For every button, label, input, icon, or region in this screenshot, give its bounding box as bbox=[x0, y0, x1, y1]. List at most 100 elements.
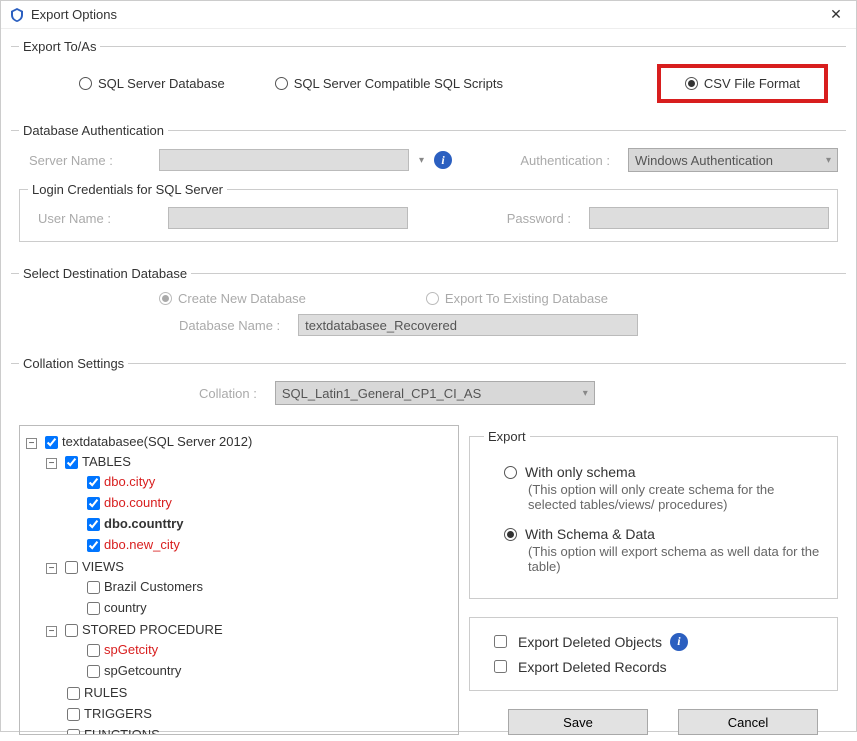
radio-icon bbox=[275, 77, 288, 90]
tree-checkbox[interactable] bbox=[67, 729, 80, 735]
select-dest-fieldset: Select Destination Database Create New D… bbox=[11, 266, 846, 348]
login-creds-legend: Login Credentials for SQL Server bbox=[28, 182, 227, 197]
tree-checkbox[interactable] bbox=[87, 539, 100, 552]
deleted-options-box: Export Deleted Objects i Export Deleted … bbox=[469, 617, 838, 691]
tree-triggers[interactable]: TRIGGERS bbox=[46, 704, 452, 725]
export-to-radio-row: SQL Server Database SQL Server Compatibl… bbox=[19, 60, 838, 107]
window-content: Export To/As SQL Server Database SQL Ser… bbox=[1, 29, 856, 741]
radio-icon bbox=[504, 466, 517, 479]
db-auth-legend: Database Authentication bbox=[19, 123, 168, 138]
export-deleted-records-row: Export Deleted Records bbox=[490, 657, 827, 676]
tree-functions[interactable]: FUNCTIONS bbox=[46, 725, 452, 735]
tree-checkbox[interactable] bbox=[87, 644, 100, 657]
username-label: User Name : bbox=[28, 211, 158, 226]
create-new-db-label: Create New Database bbox=[178, 291, 306, 306]
info-icon[interactable]: i bbox=[434, 151, 452, 169]
sql-server-db-label: SQL Server Database bbox=[98, 76, 225, 91]
tree-checkbox[interactable] bbox=[87, 602, 100, 615]
dest-radio-row: Create New Database Export To Existing D… bbox=[19, 287, 838, 310]
cancel-button[interactable]: Cancel bbox=[678, 709, 818, 735]
tree-table-item[interactable]: dbo.counttry bbox=[66, 514, 452, 535]
tree-rules[interactable]: RULES bbox=[46, 683, 452, 704]
tree-checkbox[interactable] bbox=[87, 581, 100, 594]
export-deleted-objects-row: Export Deleted Objects i bbox=[490, 632, 827, 651]
sql-scripts-label: SQL Server Compatible SQL Scripts bbox=[294, 76, 503, 91]
tree-checkbox[interactable] bbox=[45, 436, 58, 449]
triggers-label: TRIGGERS bbox=[84, 706, 152, 721]
collapse-icon[interactable]: − bbox=[46, 563, 57, 574]
object-tree[interactable]: −textdatabasee(SQL Server 2012) −TABLES … bbox=[19, 425, 459, 735]
tree-table-item[interactable]: dbo.cityy bbox=[66, 472, 452, 493]
csv-label: CSV File Format bbox=[704, 76, 800, 91]
tree-checkbox[interactable] bbox=[65, 561, 78, 574]
schema-data-radio[interactable]: With Schema & Data bbox=[504, 526, 823, 542]
export-to-fieldset: Export To/As SQL Server Database SQL Ser… bbox=[11, 39, 846, 115]
radio-icon bbox=[504, 528, 517, 541]
server-name-row: Server Name : ▾ i Authentication : Windo… bbox=[19, 144, 838, 176]
chevron-down-icon: ▾ bbox=[583, 388, 588, 399]
collapse-icon[interactable]: − bbox=[26, 438, 37, 449]
export-deleted-records-checkbox[interactable] bbox=[494, 660, 507, 673]
save-button[interactable]: Save bbox=[508, 709, 648, 735]
tree-checkbox[interactable] bbox=[87, 518, 100, 531]
radio-icon bbox=[426, 292, 439, 305]
button-row: Save Cancel bbox=[469, 701, 838, 735]
tree-checkbox[interactable] bbox=[87, 665, 100, 678]
collation-row: Collation : SQL_Latin1_General_CP1_CI_AS… bbox=[19, 377, 838, 409]
db-name-label: Database Name : bbox=[179, 318, 288, 333]
tree-view-item[interactable]: Brazil Customers bbox=[66, 577, 452, 598]
collapse-icon[interactable]: − bbox=[46, 626, 57, 637]
tree-checkbox[interactable] bbox=[65, 624, 78, 637]
sp-label: STORED PROCEDURE bbox=[82, 622, 223, 637]
close-button[interactable]: ✕ bbox=[824, 3, 848, 27]
tree-sp-item[interactable]: spGetcountry bbox=[66, 661, 452, 682]
select-dest-legend: Select Destination Database bbox=[19, 266, 191, 281]
export-fieldset: Export With only schema (This option wil… bbox=[469, 429, 838, 599]
export-legend: Export bbox=[484, 429, 530, 444]
view-label: country bbox=[104, 600, 147, 615]
db-auth-fieldset: Database Authentication Server Name : ▾ … bbox=[11, 123, 846, 258]
export-deleted-objects-checkbox[interactable] bbox=[494, 635, 507, 648]
tree-stored-proc[interactable]: − STORED PROCEDURE spGetcity spGetcountry bbox=[46, 620, 452, 683]
tree-checkbox[interactable] bbox=[87, 497, 100, 510]
sql-server-db-radio[interactable]: SQL Server Database bbox=[79, 76, 225, 91]
only-schema-block: With only schema (This option will only … bbox=[504, 464, 823, 512]
info-icon[interactable]: i bbox=[670, 633, 688, 651]
only-schema-radio[interactable]: With only schema bbox=[504, 464, 823, 480]
tree-checkbox[interactable] bbox=[65, 456, 78, 469]
sql-scripts-radio[interactable]: SQL Server Compatible SQL Scripts bbox=[275, 76, 503, 91]
server-name-label: Server Name : bbox=[19, 153, 149, 168]
titlebar: Export Options ✕ bbox=[1, 1, 856, 29]
tree-root[interactable]: −textdatabasee(SQL Server 2012) −TABLES … bbox=[26, 432, 452, 735]
only-schema-label: With only schema bbox=[525, 464, 635, 480]
functions-label: FUNCTIONS bbox=[84, 727, 160, 735]
tree-table-item[interactable]: dbo.new_city bbox=[66, 535, 452, 556]
only-schema-desc: (This option will only create schema for… bbox=[528, 482, 823, 512]
radio-icon bbox=[79, 77, 92, 90]
tree-checkbox[interactable] bbox=[67, 687, 80, 700]
tree-view-item[interactable]: country bbox=[66, 598, 452, 619]
server-name-input bbox=[159, 149, 409, 171]
radio-icon bbox=[685, 77, 698, 90]
csv-radio[interactable]: CSV File Format bbox=[685, 76, 800, 91]
tree-table-item[interactable]: dbo.country bbox=[66, 493, 452, 514]
csv-highlight: CSV File Format bbox=[657, 64, 828, 103]
export-to-legend: Export To/As bbox=[19, 39, 100, 54]
rules-label: RULES bbox=[84, 685, 127, 700]
collation-label: Collation : bbox=[199, 386, 265, 401]
right-column: Export With only schema (This option wil… bbox=[469, 425, 838, 735]
table-label: dbo.cityy bbox=[104, 474, 155, 489]
password-input bbox=[589, 207, 829, 229]
authentication-value: Windows Authentication bbox=[635, 153, 773, 168]
tree-views[interactable]: −VIEWS Brazil Customers country bbox=[46, 557, 452, 620]
collapse-icon[interactable]: − bbox=[46, 458, 57, 469]
tree-sp-item[interactable]: spGetcity bbox=[66, 640, 452, 661]
tables-label: TABLES bbox=[82, 454, 131, 469]
authentication-label: Authentication : bbox=[520, 153, 618, 168]
view-label: Brazil Customers bbox=[104, 579, 203, 594]
tree-checkbox[interactable] bbox=[87, 476, 100, 489]
tree-checkbox[interactable] bbox=[67, 708, 80, 721]
export-deleted-objects-label: Export Deleted Objects bbox=[518, 634, 662, 650]
chevron-down-icon: ▾ bbox=[826, 155, 831, 166]
tree-tables[interactable]: − TABLES dbo.cityy dbo.country dbo.countt… bbox=[46, 452, 452, 557]
